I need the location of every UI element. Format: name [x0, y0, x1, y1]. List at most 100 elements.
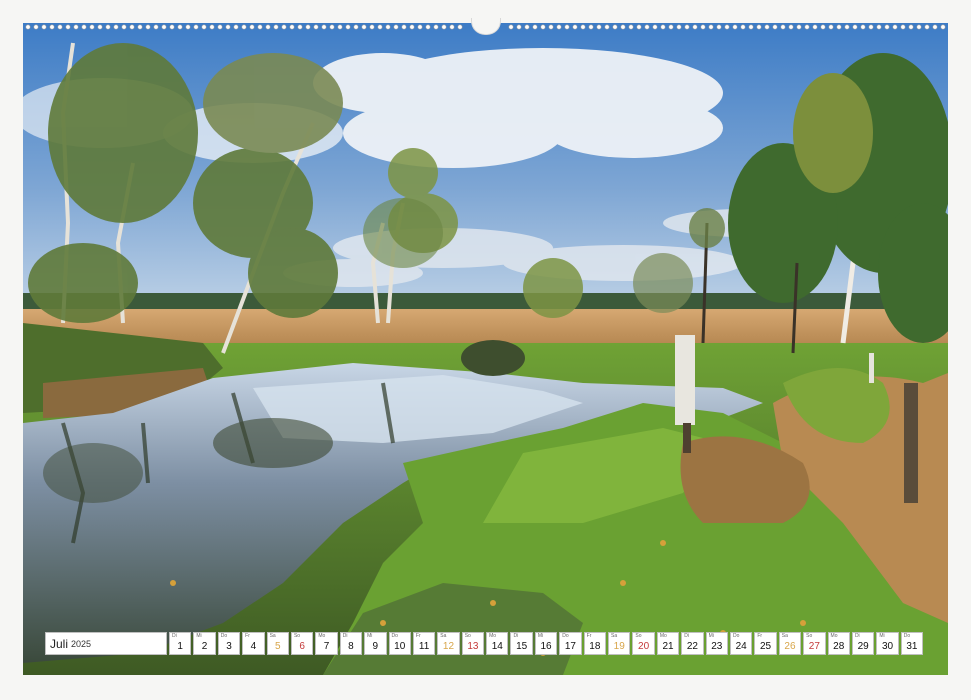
day-cell: Mi 2	[193, 632, 216, 655]
day-number: 22	[686, 641, 698, 652]
day-cell: Di 22	[681, 632, 704, 655]
day-cell: So 27	[803, 632, 826, 655]
day-cell: Mo 21	[656, 632, 680, 655]
day-cell: Di 1	[169, 632, 192, 655]
day-cell: Sa 12	[437, 632, 460, 655]
day-number: 23	[711, 641, 723, 652]
weekday-label: Mo	[659, 633, 667, 639]
day-cell: Do 3	[217, 632, 241, 655]
day-number: 28	[833, 641, 845, 652]
weekday-label: Di	[342, 633, 348, 639]
day-number: 4	[250, 641, 257, 652]
day-number: 21	[662, 641, 674, 652]
weekday-label: Di	[854, 633, 860, 639]
day-number: 18	[589, 641, 601, 652]
day-number: 11	[418, 641, 430, 652]
day-cell: Fr 25	[754, 632, 777, 655]
day-number: 10	[394, 641, 406, 652]
day-number: 12	[442, 641, 455, 652]
month-name: Juli	[50, 636, 69, 651]
day-cell: Sa 26	[778, 632, 802, 655]
weekday-label: So	[293, 633, 301, 639]
calendar-page: Juli 2025 Di 1 Mi 2 Do 3 Fr 4 Sa 5 So 6 Mo 7 Di 8 Mi 9 Do 1…	[0, 0, 971, 700]
weekday-label: Sa	[440, 633, 447, 639]
day-number: 19	[613, 641, 625, 652]
day-cell: Sa 5	[266, 632, 289, 655]
day-cell: Di 15	[510, 632, 533, 655]
weekday-label: So	[635, 633, 642, 639]
day-number: 20	[638, 641, 650, 652]
day-cell: Fr 4	[242, 632, 265, 655]
day-cell: Di 8	[339, 632, 363, 655]
weekday-label: Fr	[757, 633, 763, 639]
day-number: 15	[516, 641, 528, 652]
day-number: 17	[564, 641, 576, 652]
day-cell: Mo 7	[315, 632, 338, 655]
day-number: 8	[348, 641, 354, 652]
day-cell: Do 10	[388, 632, 411, 655]
weekday-label: Fr	[245, 633, 250, 639]
weekday-label: So	[806, 633, 813, 639]
weekday-label: So	[464, 633, 471, 639]
weekday-label: Do	[220, 633, 228, 639]
weekday-label: Do	[391, 633, 398, 639]
weekday-label: Mi	[879, 633, 885, 639]
weekday-label: Do	[903, 633, 911, 639]
day-number: 9	[372, 641, 379, 652]
weekday-label: Mi	[367, 633, 373, 639]
landscape-photo	[23, 23, 948, 675]
day-cell: So 20	[632, 632, 655, 655]
day-number: 2	[201, 641, 208, 652]
day-cell: Do 24	[729, 632, 753, 655]
moor-landscape-image	[23, 23, 948, 675]
day-cell: Mi 23	[705, 632, 728, 655]
weekday-label: Do	[562, 633, 569, 639]
weekday-label: Mi	[196, 633, 202, 639]
day-cell: Mi 9	[364, 632, 387, 655]
day-cell: So 6	[290, 632, 314, 655]
weekday-label: Mo	[318, 633, 326, 639]
weekday-label: Sa	[269, 633, 276, 639]
weekday-label: Di	[684, 633, 689, 639]
day-cell: So 13	[461, 632, 485, 655]
weekday-label: Mo	[489, 633, 497, 639]
day-number: 3	[226, 641, 232, 652]
month-year: 2025	[71, 638, 92, 649]
day-number: 13	[467, 641, 479, 652]
day-cell: Di 29	[851, 632, 875, 655]
day-cell: Fr 11	[412, 632, 436, 655]
day-number: 31	[906, 641, 918, 652]
day-number: 29	[857, 641, 869, 652]
day-number: 25	[760, 641, 772, 652]
weekday-label: Sa	[781, 633, 788, 639]
day-cell: Sa 19	[608, 632, 631, 655]
weekday-label: Fr	[415, 633, 421, 639]
weekday-label: Di	[513, 633, 519, 639]
day-number: 6	[299, 641, 305, 652]
day-cell: Mo 28	[827, 632, 850, 655]
day-number: 7	[323, 641, 330, 652]
day-number: 30	[881, 641, 894, 652]
day-number: 27	[808, 641, 820, 652]
day-number: 16	[540, 641, 552, 652]
day-number: 14	[491, 641, 503, 652]
day-cell: Mo 14	[486, 632, 509, 655]
day-number: 1	[177, 641, 183, 652]
weekday-label: Fr	[586, 633, 592, 639]
day-cell: Mi 30	[876, 632, 899, 655]
weekday-label: Do	[732, 633, 740, 639]
day-number: 24	[735, 641, 747, 652]
weekday-label: Di	[172, 633, 177, 639]
day-cell: Fr 18	[583, 632, 607, 655]
weekday-label: Mi	[708, 633, 714, 639]
weekday-label: Mo	[830, 633, 838, 639]
day-number: 5	[274, 641, 281, 652]
day-cell: Do 17	[559, 632, 582, 655]
day-cell: Mi 16	[534, 632, 558, 655]
day-cells: Di 1 Mi 2 Do 3 Fr 4 Sa 5 So 6 Mo 7 Di 8 Mi 9 Do 10 Fr 11 Sa 12 S…	[169, 632, 924, 655]
day-number: 26	[784, 641, 796, 652]
weekday-label: Mi	[537, 633, 544, 639]
day-cell: Do 31	[900, 632, 924, 655]
month-label-box: Juli 2025	[45, 632, 167, 655]
calendar-strip: Juli 2025 Di 1 Mi 2 Do 3 Fr 4 Sa 5 So 6 Mo 7 Di 8 Mi 9 Do 1…	[45, 632, 924, 655]
